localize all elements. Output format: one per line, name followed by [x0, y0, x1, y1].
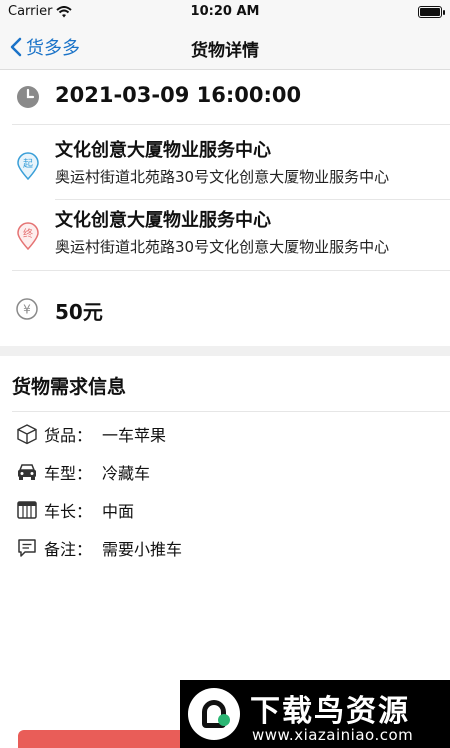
destination-name: 文化创意大厦物业服务中心	[55, 210, 271, 231]
price-value: 50元	[55, 300, 103, 324]
watermark-title: 下载鸟资源	[250, 694, 410, 729]
truck-bed-icon	[16, 499, 38, 521]
remark-label: 备注	[44, 540, 77, 559]
svg-text:¥: ¥	[23, 303, 31, 317]
watermark-banner: 下载鸟资源 www.xiazainiao.com	[180, 680, 450, 748]
destination-pin-icon: 终	[17, 222, 39, 250]
status-time: 10:20 AM	[190, 4, 260, 19]
goods-label: 货品	[44, 426, 77, 445]
origin-pin-icon: 起	[17, 152, 39, 180]
watermark-url: www.xiazainiao.com	[252, 726, 414, 744]
status-bar: Carrier 10:20 AM	[0, 0, 450, 24]
vehicle-length-row: 车长 ： 中面	[0, 494, 450, 526]
section-separator	[0, 346, 450, 356]
vehicle-length-label: 车长	[44, 502, 77, 521]
clock-icon	[17, 86, 39, 108]
note-icon	[16, 537, 38, 559]
destination-address-row: 终 文化创意大厦物业服务中心 奥运村街道北苑路30号文化创意大厦物业服务中心	[0, 198, 450, 270]
destination-badge: 终	[23, 227, 33, 240]
origin-name: 文化创意大厦物业服务中心	[55, 140, 271, 161]
pickup-datetime: 2021-03-09 16:00:00	[55, 83, 302, 107]
page-title: 货物详情	[191, 41, 259, 61]
origin-badge: 起	[23, 158, 33, 170]
divider	[12, 124, 450, 125]
watermark-logo	[188, 688, 240, 740]
price-row: ¥ 50元	[0, 284, 450, 334]
pickup-time-row: 2021-03-09 16:00:00	[0, 71, 450, 123]
vehicle-length-value: 中面	[102, 502, 135, 521]
remark-row: 备注 ： 需要小推车	[0, 532, 450, 564]
vehicle-type-value: 冷藏车	[102, 464, 151, 483]
remark-value: 需要小推车	[102, 540, 183, 559]
goods-value: 一车苹果	[102, 426, 167, 445]
box-icon	[16, 423, 38, 445]
vehicle-type-label: 车型	[44, 464, 77, 483]
navigation-bar: 货多多 货物详情	[0, 24, 450, 70]
goods-row: 货品 ： 一车苹果	[0, 418, 450, 450]
vehicle-type-row: 车型 ： 冷藏车	[0, 456, 450, 488]
destination-detail: 奥运村街道北苑路30号文化创意大厦物业服务中心	[55, 238, 390, 256]
origin-address-row: 起 文化创意大厦物业服务中心 奥运村街道北苑路30号文化创意大厦物业服务中心	[0, 128, 450, 200]
truck-icon	[16, 461, 38, 483]
requirements-title: 货物需求信息	[12, 376, 127, 398]
divider	[12, 270, 450, 271]
origin-detail: 奥运村街道北苑路30号文化创意大厦物业服务中心	[55, 168, 390, 186]
divider	[12, 411, 450, 412]
battery-icon	[418, 6, 445, 18]
yuan-icon: ¥	[16, 298, 38, 320]
